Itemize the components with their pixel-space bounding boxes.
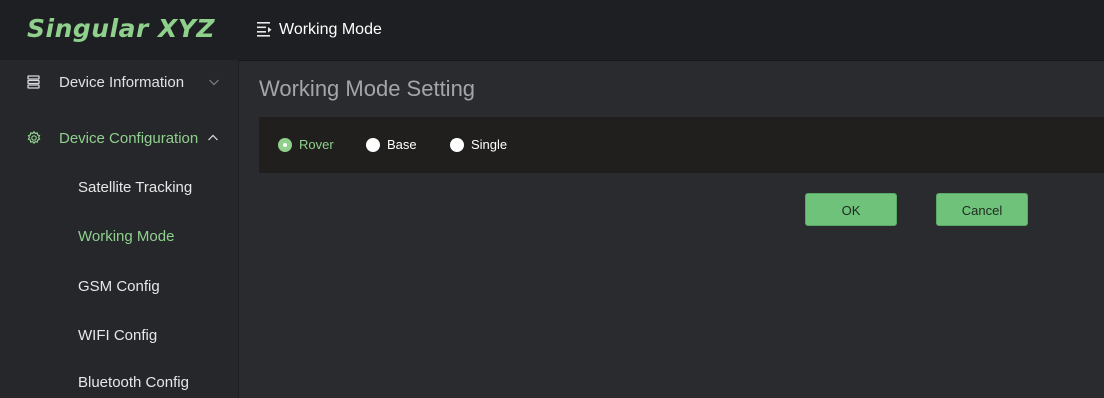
sidebar-subitem-label: WIFI Config xyxy=(78,327,158,344)
top-bar: Singular XYZ Working Mode xyxy=(0,0,1104,61)
sidebar-item-label: Device Configuration xyxy=(59,130,199,147)
radio-label: Single xyxy=(471,137,508,152)
sidebar-item-device-information[interactable]: Device Information xyxy=(0,60,238,104)
sidebar-item-bluetooth-config[interactable]: Bluetooth Config xyxy=(0,363,238,398)
radio-unchecked-icon xyxy=(366,138,380,152)
radio-base[interactable]: Base xyxy=(366,136,424,154)
radio-rover[interactable]: Rover xyxy=(278,136,342,154)
working-mode-panel: Rover Base Single xyxy=(259,117,1104,173)
radio-label: Base xyxy=(387,137,417,152)
sidebar-item-device-configuration[interactable]: Device Configuration xyxy=(0,116,238,160)
menu-fold-icon[interactable] xyxy=(255,19,275,39)
chevron-down-icon xyxy=(207,75,221,89)
app-window: Singular XYZ Working Mode Device Informa xyxy=(0,0,1104,398)
radio-single[interactable]: Single xyxy=(450,136,514,154)
header-title: Working Mode xyxy=(279,21,382,38)
ok-button[interactable]: OK xyxy=(805,193,897,226)
radio-label: Rover xyxy=(299,137,334,152)
chevron-up-icon xyxy=(206,131,220,145)
sidebar-subitem-label: Bluetooth Config xyxy=(78,374,189,391)
sidebar-item-working-mode[interactable]: Working Mode xyxy=(0,217,238,257)
cancel-button[interactable]: Cancel xyxy=(936,193,1028,226)
sidebar-subitem-label: Satellite Tracking xyxy=(78,179,193,196)
server-icon xyxy=(26,74,42,90)
sidebar-item-wifi-config[interactable]: WIFI Config xyxy=(0,316,238,356)
sidebar-item-gsm-config[interactable]: GSM Config xyxy=(0,267,238,307)
sidebar: Device Information Device Configuration xyxy=(0,60,239,398)
sidebar-item-label: Device Information xyxy=(59,74,185,91)
gear-icon xyxy=(26,130,42,146)
page-title: Working Mode Setting xyxy=(259,76,476,101)
sidebar-item-satellite-tracking[interactable]: Satellite Tracking xyxy=(0,168,238,208)
radio-checked-icon xyxy=(278,138,292,152)
radio-unchecked-icon xyxy=(450,138,464,152)
main-content: Working Mode Setting Rover Base Single O… xyxy=(239,60,1104,398)
brand-logo: Singular XYZ xyxy=(27,14,216,43)
sidebar-subitem-label: Working Mode xyxy=(78,228,175,245)
sidebar-subitem-label: GSM Config xyxy=(78,278,160,295)
